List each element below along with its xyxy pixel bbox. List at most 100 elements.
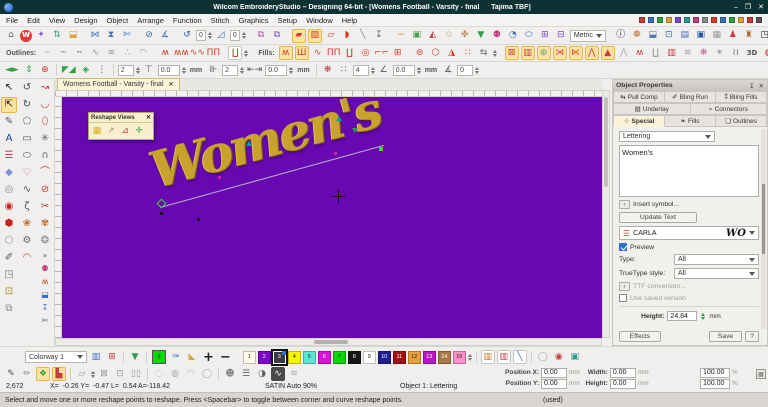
height-input[interactable]: 24.84: [667, 311, 697, 321]
stitch-pencil-icon[interactable]: ✎: [4, 367, 18, 381]
docked-mini-icon-7[interactable]: [693, 17, 699, 23]
spin-stepper[interactable]: [417, 67, 421, 74]
fx-wheel-icon[interactable]: ✴: [713, 46, 727, 60]
spin-stepper[interactable]: [244, 50, 248, 57]
height-stepper[interactable]: [701, 313, 705, 320]
monogram-tool[interactable]: ☰: [1, 148, 17, 164]
fx-strokes-icon[interactable]: ≀≀: [729, 46, 743, 60]
rotate2-icon[interactable]: ⊕: [38, 63, 52, 77]
update-text-button[interactable]: Update Text: [619, 212, 697, 223]
docked-mini-icon-3[interactable]: [657, 17, 663, 23]
fill-spiral-icon[interactable]: ◎: [359, 46, 373, 60]
fx-feather1-icon[interactable]: ⋀: [585, 46, 599, 60]
fx-ball-icon[interactable]: ◍: [761, 46, 768, 60]
radius-input[interactable]: 0.0: [393, 65, 415, 76]
mirror-copy-h-icon[interactable]: ⧉: [254, 29, 268, 43]
spin-stepper[interactable]: [242, 32, 246, 39]
points-icon[interactable]: ∷: [337, 63, 351, 77]
docked-mini-icon-5[interactable]: [675, 17, 681, 23]
open-folder-icon[interactable]: ⬓: [66, 29, 80, 43]
home-icon[interactable]: ⌂: [4, 29, 18, 43]
fx-mesh-icon[interactable]: ⊛: [537, 46, 551, 60]
docked-mini-icon-8[interactable]: [702, 17, 708, 23]
select-tool[interactable]: ↖: [1, 80, 17, 96]
fx-block-icon[interactable]: ▥: [665, 46, 679, 60]
scissors-small-icon[interactable]: ✂: [37, 315, 53, 327]
horizontal-scrollbar[interactable]: [55, 338, 602, 346]
blocks-icon[interactable]: ▙: [52, 367, 66, 381]
fish-icon[interactable]: ∽: [394, 29, 408, 43]
jump1-icon[interactable]: ◌: [152, 367, 166, 381]
tab-underlay[interactable]: ▤Underlay: [613, 103, 691, 115]
tab-bling-fills[interactable]: ⁑Bling Fills: [716, 91, 767, 103]
docked-mini-icon-1[interactable]: [639, 17, 645, 23]
ellipse-red-tool[interactable]: ⬯: [37, 114, 53, 130]
hspace-input[interactable]: 0.0: [265, 65, 287, 76]
insert-symbol-label[interactable]: Insert symbol...: [633, 201, 679, 208]
menu-edit[interactable]: Edit: [27, 16, 40, 25]
hatch-icon[interactable]: ▦: [710, 29, 724, 43]
menu-function[interactable]: Function: [173, 16, 202, 25]
flower-tool[interactable]: ❀: [19, 216, 35, 232]
stitch-zigzag2-icon[interactable]: ʍʍ: [174, 46, 188, 60]
angle2-icon[interactable]: ∡: [441, 63, 455, 77]
color-wheel-icon[interactable]: ◉: [552, 350, 566, 364]
spin-stepper[interactable]: [289, 67, 293, 74]
spin-stepper[interactable]: [182, 67, 186, 74]
ring1-icon[interactable]: ⊜: [413, 46, 427, 60]
preview-checkbox[interactable]: [619, 243, 627, 251]
spin-stepper[interactable]: [91, 371, 95, 378]
stamp-icon[interactable]: ♜: [742, 29, 756, 43]
horizontal-scrollbar-thumb[interactable]: [314, 340, 348, 344]
color-swatch-7[interactable]: 7: [333, 351, 346, 364]
stitch-e-icon[interactable]: ΠΠ: [206, 46, 220, 60]
operator-icon[interactable]: ☻: [223, 367, 237, 381]
knife-tool[interactable]: ✐: [1, 250, 17, 266]
current-color-swatch[interactable]: 7: [152, 350, 166, 364]
rotate-cw-tool[interactable]: ↻: [19, 97, 35, 113]
spin-stepper[interactable]: [240, 67, 244, 74]
fx-feather2-icon[interactable]: ▲: [601, 46, 615, 60]
star-icon[interactable]: ✩: [442, 29, 456, 43]
rotate-ccw-icon[interactable]: ↺: [180, 29, 194, 43]
flower2-tool[interactable]: ✾: [37, 216, 53, 232]
color-swatch-13[interactable]: 13: [423, 351, 436, 364]
spin-stepper[interactable]: [468, 354, 472, 361]
reshape-node-sq[interactable]: [218, 176, 221, 179]
smile-tool[interactable]: ◡: [37, 97, 53, 113]
stitch-line-icon[interactable]: ╲: [356, 29, 370, 43]
harrows-icon[interactable]: ⇆: [477, 46, 491, 60]
shapes-icon[interactable]: ◭: [426, 29, 440, 43]
color-swatch-14[interactable]: 14: [438, 351, 451, 364]
spin-stepper[interactable]: [136, 67, 140, 74]
motif-icon[interactable]: ✤: [458, 29, 472, 43]
rotate-ccw-tool[interactable]: ↺: [19, 80, 35, 96]
design-props-icon[interactable]: ❁: [630, 29, 644, 43]
fill-style-tatami-icon[interactable]: ▨: [308, 29, 322, 43]
mini-palette-icon[interactable]: ⊞: [105, 350, 119, 364]
mountain-icon[interactable]: ◮: [445, 46, 459, 60]
spin-stepper[interactable]: [208, 32, 212, 39]
vertical-scrollbar-thumb[interactable]: [604, 97, 608, 187]
add-color-button[interactable]: +: [203, 350, 214, 365]
insert-symbol-expand-button[interactable]: ‹: [619, 200, 630, 209]
texture2-icon[interactable]: ≋: [287, 367, 301, 381]
truetype-style-select[interactable]: All: [674, 268, 759, 279]
stitch-pen2-icon[interactable]: ✏: [20, 367, 34, 381]
shapes-tool[interactable]: ♡: [19, 165, 35, 181]
outline-beads-icon[interactable]: ∴: [120, 46, 134, 60]
color-swatch-10[interactable]: 10: [378, 351, 391, 364]
team-icon[interactable]: ♟: [726, 29, 740, 43]
ring-tool[interactable]: ◎: [1, 182, 17, 198]
docked-mini-icon-2[interactable]: [648, 17, 654, 23]
panel-scrollbar[interactable]: [761, 129, 766, 329]
combine-tool[interactable]: ◳: [1, 267, 17, 283]
jump2-icon[interactable]: ◍: [168, 367, 182, 381]
shapes-view-icon[interactable]: ❖: [36, 367, 50, 381]
copies-input[interactable]: 2: [118, 65, 134, 76]
hoop-grid-icon[interactable]: ⊟: [554, 29, 568, 43]
overlap-tool[interactable]: ⧉: [1, 301, 17, 317]
tab-special[interactable]: ☆Special: [613, 115, 665, 127]
thread-remove-icon[interactable]: ▥: [497, 350, 511, 364]
outline-wave-icon[interactable]: ∿: [88, 46, 102, 60]
